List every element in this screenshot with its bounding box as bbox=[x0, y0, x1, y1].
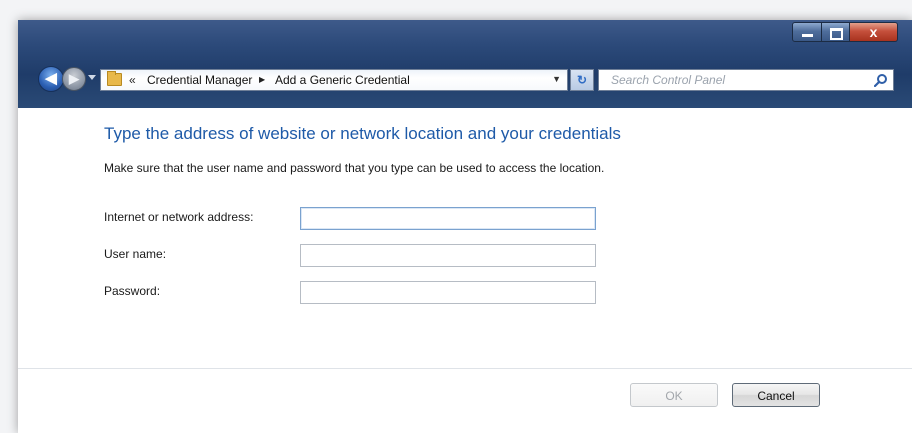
forward-arrow-icon: ▶ bbox=[69, 71, 79, 86]
address-dropdown-icon[interactable]: ▼ bbox=[552, 74, 561, 84]
network-address-field[interactable] bbox=[300, 207, 596, 230]
caption-buttons: x bbox=[792, 22, 898, 42]
credential-manager-window: x ◀ ▶ « Credential Manager ▶ Add a Gener… bbox=[18, 20, 912, 433]
instruction-text: Make sure that the user name and passwor… bbox=[104, 161, 605, 175]
footer-divider bbox=[18, 368, 912, 369]
page-title: Type the address of website or network l… bbox=[104, 124, 621, 143]
close-icon: x bbox=[869, 24, 878, 40]
breadcrumb-overflow-icon[interactable]: « bbox=[129, 73, 136, 87]
refresh-icon: ↻ bbox=[576, 73, 588, 87]
close-button[interactable]: x bbox=[850, 22, 898, 42]
user-name-field[interactable] bbox=[300, 244, 596, 267]
back-button[interactable]: ◀ bbox=[38, 66, 64, 92]
breadcrumb-credential-manager[interactable]: Credential Manager bbox=[147, 73, 252, 87]
user-name-label: User name: bbox=[104, 247, 167, 261]
breadcrumb-add-generic-credential[interactable]: Add a Generic Credential bbox=[275, 73, 410, 87]
ok-button[interactable]: OK bbox=[630, 383, 718, 407]
control-panel-folder-icon bbox=[107, 71, 122, 86]
address-bar[interactable]: « Credential Manager ▶ Add a Generic Cre… bbox=[100, 69, 568, 91]
search-input[interactable] bbox=[599, 70, 865, 90]
maximize-button[interactable] bbox=[822, 22, 850, 42]
content-pane: Type the address of website or network l… bbox=[18, 108, 912, 433]
cancel-button[interactable]: Cancel bbox=[732, 383, 820, 407]
network-address-label: Internet or network address: bbox=[104, 210, 254, 224]
recent-pages-dropdown-icon[interactable] bbox=[88, 75, 96, 80]
refresh-button[interactable]: ↻ bbox=[570, 69, 594, 91]
minimize-button[interactable] bbox=[792, 22, 822, 42]
password-label: Password: bbox=[104, 284, 161, 298]
password-field[interactable] bbox=[300, 281, 596, 304]
title-bar: x ◀ ▶ « Credential Manager ▶ Add a Gener… bbox=[18, 20, 912, 108]
navigation-bar: ◀ ▶ « Credential Manager ▶ Add a Generic… bbox=[18, 64, 912, 98]
search-icon[interactable] bbox=[874, 73, 888, 87]
back-arrow-icon: ◀ bbox=[45, 70, 57, 87]
breadcrumb-separator-icon[interactable]: ▶ bbox=[259, 73, 265, 87]
search-box bbox=[598, 69, 894, 91]
forward-button[interactable]: ▶ bbox=[62, 67, 86, 91]
